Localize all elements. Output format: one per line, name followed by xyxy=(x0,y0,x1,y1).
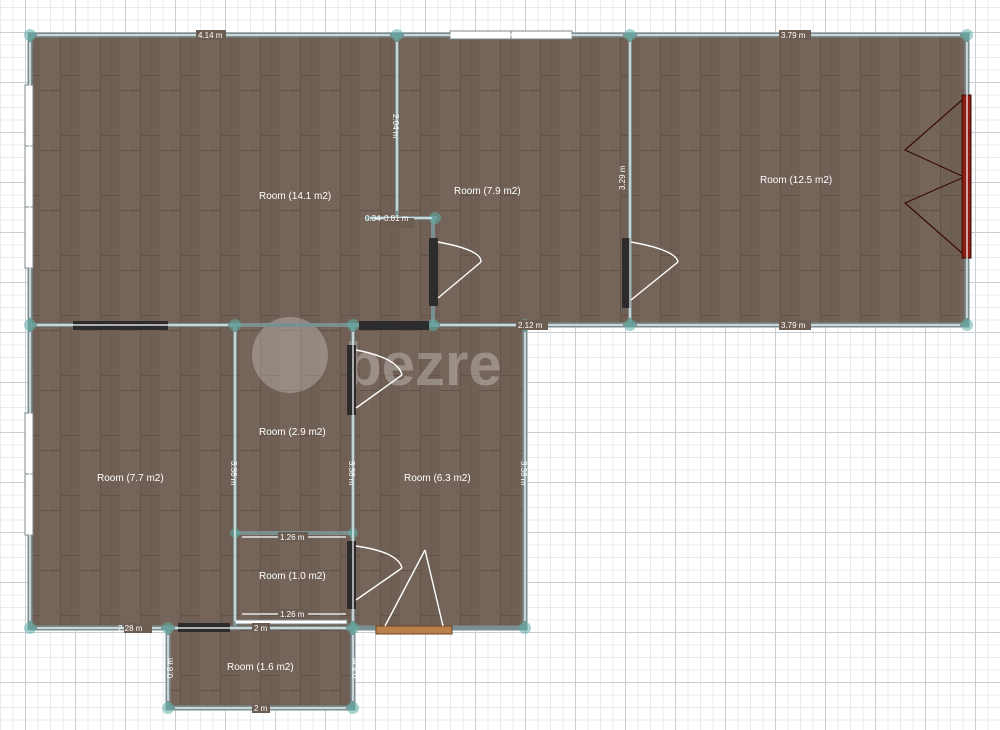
room-label-12-5: Room (12.5 m2) xyxy=(760,175,832,186)
dim-stub-height: 2.04 m xyxy=(391,114,400,139)
dim-closet-width: 0.81 m xyxy=(384,214,409,223)
dim-bottom-left-width: 2.28 m xyxy=(118,624,143,633)
dim-closet-small: 0.34 xyxy=(365,214,381,223)
door-leaf-room-2-9 xyxy=(347,345,356,415)
dim-hall-height-mid: 3.38 m xyxy=(347,461,356,486)
door-leaf-room-1-0 xyxy=(347,541,356,609)
dim-room79-height: 3.29 m xyxy=(618,165,627,190)
window-left-upper xyxy=(24,84,34,269)
room-label-7-9: Room (7.9 m2) xyxy=(454,186,521,197)
door-opening-top-mid xyxy=(359,321,429,330)
window-bottom-small xyxy=(234,619,348,625)
dim-balcony-height-right: 0.8 m xyxy=(351,658,360,678)
door-leaf-room-7-9 xyxy=(429,238,438,306)
room-label-1-0: Room (1.0 m2) xyxy=(259,571,326,582)
dim-balcony-width: 2 m xyxy=(254,704,268,713)
room-label-7-7: Room (7.7 m2) xyxy=(97,473,164,484)
dim-balcony-height-left: 0.8 m xyxy=(166,658,175,678)
dim-top-left-width: 4.14 m xyxy=(198,31,223,40)
room-label-1-6: Room (1.6 m2) xyxy=(227,662,294,673)
dim-hall-height-left: 3.38 m xyxy=(229,461,238,486)
room-label-14-1: Room (14.1 m2) xyxy=(259,191,331,202)
watermark-key-icon xyxy=(252,317,328,393)
dim-top-right-width: 3.79 m xyxy=(781,31,806,40)
dim-bottom-mid-width: 2 m xyxy=(254,624,268,633)
dim-small-width-1: 1.26 m xyxy=(280,533,305,542)
floor-plan: bezre 4.14 m 3.79 m 3.79 m 2.12 m 0.81 m… xyxy=(24,29,973,714)
dim-small-width-2: 1.26 m xyxy=(280,610,305,619)
floor-room-14-1 xyxy=(30,35,397,325)
dim-bottom-right-width: 3.79 m xyxy=(781,321,806,330)
dim-mid-width: 2.12 m xyxy=(518,321,543,330)
room-label-2-9: Room (2.9 m2) xyxy=(259,427,326,438)
room-label-6-3: Room (6.3 m2) xyxy=(404,473,471,484)
watermark-text: bezre xyxy=(345,331,502,398)
dim-hall-height-right: 3.38 m xyxy=(519,461,528,486)
entry-door xyxy=(375,625,453,635)
